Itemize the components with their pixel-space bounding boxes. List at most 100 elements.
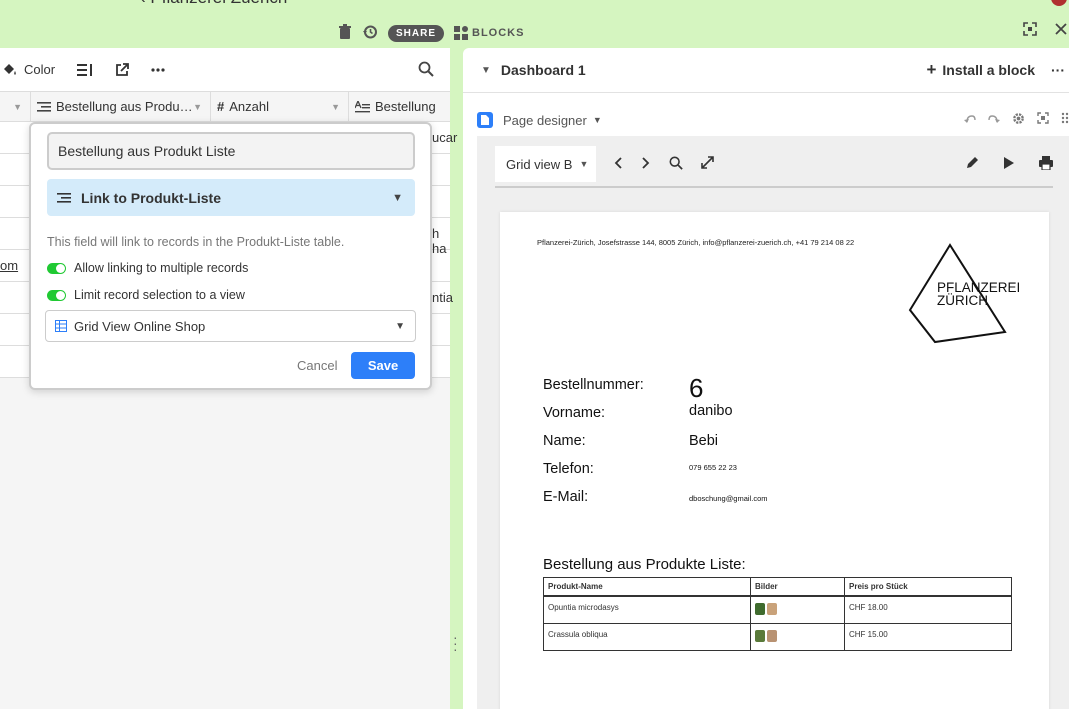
dashboard-header: ▼ Dashboard 1 + Install a block ··· bbox=[463, 48, 1069, 93]
plus-icon: + bbox=[926, 60, 937, 79]
redo-icon[interactable] bbox=[988, 112, 1000, 128]
column-header-anzahl[interactable]: # Anzahl ▼ bbox=[211, 92, 349, 121]
cancel-button[interactable]: Cancel bbox=[297, 358, 337, 373]
page-preview: Pflanzerei-Zürich, Josefstrasse 144, 800… bbox=[500, 212, 1049, 709]
logo-text: PFLANZEREI ZÜRICH bbox=[937, 281, 1020, 308]
history-icon[interactable] bbox=[362, 24, 378, 43]
cell-text: ntia bbox=[432, 290, 453, 305]
chevron-down-icon: ▼ bbox=[13, 101, 22, 112]
order-section-title: Bestellung aus Produkte Liste: bbox=[543, 556, 746, 573]
limit-view-toggle[interactable] bbox=[47, 289, 66, 301]
product-price-cell: CHF 15.00 bbox=[844, 622, 1012, 651]
color-label: Color bbox=[24, 62, 56, 77]
search-icon[interactable] bbox=[418, 61, 434, 80]
print-icon[interactable] bbox=[1039, 156, 1053, 173]
undo-icon[interactable] bbox=[964, 112, 976, 128]
view-picker-label: Grid view B bbox=[506, 156, 573, 172]
field-label-name: Name: bbox=[543, 433, 586, 449]
table-header-cell: Preis pro Stück bbox=[844, 577, 1012, 597]
chevron-left-icon[interactable] bbox=[613, 156, 623, 173]
chevron-down-icon: ▼ bbox=[392, 191, 403, 204]
dashboard-title-button[interactable]: ▼ Dashboard 1 bbox=[463, 62, 586, 78]
field-config-popup: Link to Produkt-Liste ▼ This field will … bbox=[29, 122, 432, 390]
search-icon[interactable] bbox=[669, 156, 683, 173]
allow-multiple-toggle[interactable] bbox=[47, 262, 66, 274]
drag-handle-icon[interactable] bbox=[1061, 112, 1069, 128]
column-label: Anzahl bbox=[229, 99, 269, 114]
field-value-vorname: danibo bbox=[689, 403, 733, 419]
column-header-bestellung[interactable]: Bestellung bbox=[349, 92, 450, 121]
share-button[interactable]: SHARE bbox=[388, 24, 445, 42]
expand-arrows-icon[interactable] bbox=[701, 156, 714, 173]
play-icon[interactable] bbox=[1003, 156, 1015, 173]
chevron-down-icon: ▼ bbox=[395, 320, 405, 332]
install-block-button[interactable]: + Install a block bbox=[926, 60, 1035, 80]
expand-icon[interactable] bbox=[1037, 112, 1049, 128]
blocks-icon bbox=[454, 26, 469, 40]
blocks-button[interactable]: BLOCKS bbox=[454, 26, 524, 40]
field-label-vorname: Vorname: bbox=[543, 405, 606, 421]
table-row: Crassula obliqua CHF 15.00 bbox=[543, 622, 1012, 651]
plant-thumbnail-icon bbox=[755, 629, 765, 642]
share-external-icon bbox=[116, 62, 129, 76]
field-label-telefon: Telefon: bbox=[543, 461, 594, 477]
plant-thumbnail-icon bbox=[767, 603, 777, 615]
company-header-line: Pflanzerei-Zürich, Josefstrasse 144, 800… bbox=[537, 238, 855, 247]
gear-icon[interactable] bbox=[1012, 112, 1025, 128]
caret-down-icon: ▼ bbox=[579, 159, 589, 169]
trash-icon[interactable] bbox=[338, 23, 352, 43]
order-table: Produkt-Name Bilder Preis pro Stück Opun… bbox=[543, 577, 1012, 651]
field-label-bestellnummer: Bestellnummer: bbox=[543, 377, 644, 393]
field-description: This field will link to records in the P… bbox=[47, 235, 345, 249]
limit-view-option: Limit record selection to a view bbox=[47, 288, 245, 302]
product-images-cell bbox=[750, 595, 845, 624]
long-text-icon bbox=[355, 100, 370, 112]
row-height-button[interactable] bbox=[77, 63, 93, 77]
close-icon[interactable] bbox=[1055, 23, 1067, 38]
install-block-label: Install a block bbox=[942, 62, 1035, 78]
panel-resize-handle[interactable]: · · · bbox=[453, 630, 458, 656]
save-button[interactable]: Save bbox=[351, 352, 415, 379]
row-height-icon bbox=[77, 63, 93, 76]
column-label: Bestellung bbox=[375, 99, 436, 114]
block-name[interactable]: Page designer bbox=[503, 113, 587, 128]
field-type-select[interactable]: Link to Produkt-Liste ▼ bbox=[47, 179, 415, 216]
allow-multiple-option: Allow linking to multiple records bbox=[47, 261, 248, 275]
page-designer-block: Grid view B ▼ Pflanzerei-Zürich, Josefst… bbox=[477, 136, 1069, 709]
pencil-icon[interactable] bbox=[965, 156, 979, 173]
chevron-right-icon[interactable] bbox=[641, 156, 651, 173]
column-label: Bestellung aus Produ… bbox=[56, 99, 193, 114]
column-header-previous[interactable]: ▼ bbox=[0, 92, 31, 121]
allow-multiple-label: Allow linking to multiple records bbox=[74, 261, 249, 275]
more-options-button[interactable] bbox=[151, 67, 165, 72]
fullscreen-icon[interactable] bbox=[1023, 22, 1037, 39]
column-header-row: ▼ Bestellung aus Produ… ▼ # Anzahl ▼ Bes… bbox=[0, 92, 450, 122]
selected-view-label: Grid View Online Shop bbox=[74, 318, 206, 334]
base-title[interactable]: ‹ Pflanzerei Zuerich bbox=[140, 0, 287, 8]
page-designer-tools bbox=[965, 156, 1053, 173]
table-header-row: Produkt-Name Bilder Preis pro Stück bbox=[543, 577, 1012, 597]
view-picker[interactable]: Grid view B ▼ bbox=[495, 146, 596, 182]
product-images-cell bbox=[750, 622, 845, 651]
product-price-cell: CHF 18.00 bbox=[844, 595, 1012, 624]
color-button[interactable]: Color bbox=[2, 62, 55, 77]
product-name-cell: Crassula obliqua bbox=[543, 622, 751, 651]
grid-view-icon bbox=[55, 320, 67, 332]
dashboard-more-icon[interactable]: ··· bbox=[1051, 62, 1065, 78]
blocks-label: BLOCKS bbox=[472, 27, 525, 39]
field-name-input[interactable] bbox=[47, 132, 415, 170]
share-view-button[interactable] bbox=[115, 62, 129, 77]
page-designer-toolbar: Grid view B ▼ bbox=[495, 146, 1053, 188]
product-name-cell: Opuntia microdasys bbox=[543, 595, 751, 624]
view-select[interactable]: Grid View Online Shop ▼ bbox=[45, 310, 416, 342]
avatar[interactable] bbox=[1051, 0, 1067, 6]
paint-bucket-icon bbox=[4, 63, 16, 75]
app-topbar: ‹ Pflanzerei Zuerich SHARE BLOCKS bbox=[0, 0, 1069, 48]
column-header-bestellung-aus-produkt[interactable]: Bestellung aus Produ… ▼ bbox=[31, 92, 211, 121]
cell-text: ucar bbox=[432, 130, 458, 145]
block-header: Page designer ▼ bbox=[477, 110, 1069, 130]
caret-down-icon: ▼ bbox=[481, 64, 491, 76]
cell-text: om bbox=[0, 258, 19, 273]
record-navigation bbox=[613, 156, 714, 173]
caret-down-icon[interactable]: ▼ bbox=[593, 115, 602, 125]
